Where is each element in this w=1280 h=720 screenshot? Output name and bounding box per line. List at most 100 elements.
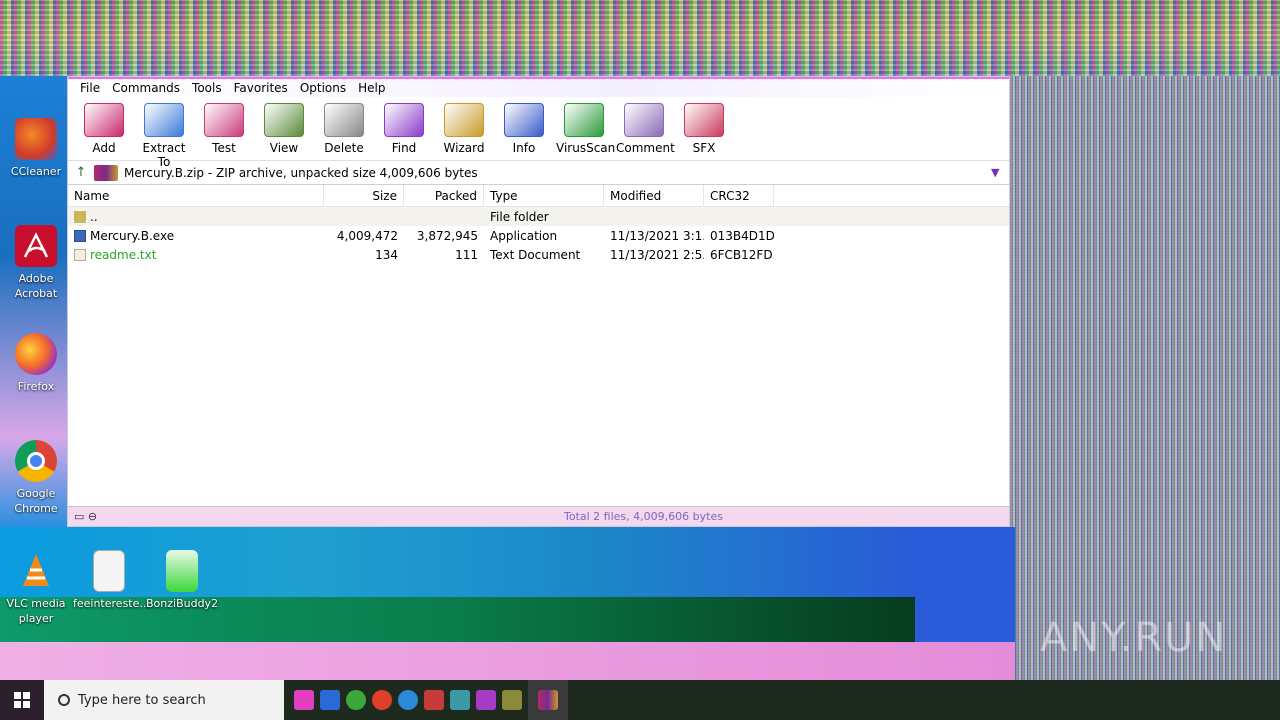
- desktop-icon-bonzi[interactable]: BonziBuddy2: [146, 550, 218, 611]
- file-list: .. File folder Mercury.B.exe 4,009,472 3…: [68, 207, 1009, 264]
- delete-icon: [324, 103, 364, 137]
- wizard-icon: [444, 103, 484, 137]
- up-arrow-icon[interactable]: ↑: [74, 165, 88, 180]
- row-name: ..: [90, 209, 98, 224]
- file-list-header: Name Size Packed Type Modified CRC32: [68, 185, 1009, 207]
- toolbar-label: VirusScan: [556, 141, 616, 155]
- row-size: 4,009,472: [336, 228, 398, 243]
- watermark: ANY.RUN: [1040, 615, 1228, 661]
- row-crc: 6FCB12FD: [710, 247, 773, 262]
- toolbar-delete-button[interactable]: Delete: [316, 103, 372, 155]
- desktop-icon-label: VLC media player: [6, 597, 66, 625]
- toolbar-comment-button[interactable]: Comment: [616, 103, 675, 155]
- row-type: Text Document: [490, 247, 581, 262]
- windows-logo-icon: [14, 692, 30, 708]
- virusscan-icon: [564, 103, 604, 137]
- row-size: 134: [375, 247, 398, 262]
- desktop-band-pink: [0, 642, 1015, 680]
- drive-icon[interactable]: ▭ ⊖: [68, 510, 128, 523]
- toolbar-add-button[interactable]: Add: [76, 103, 132, 155]
- glitch-region-right: [1010, 76, 1280, 680]
- desktop-icon-document[interactable]: feeintereste...: [73, 550, 150, 611]
- menu-tools[interactable]: Tools: [186, 81, 228, 95]
- search-box[interactable]: Type here to search: [44, 680, 284, 720]
- row-name: readme.txt: [90, 247, 157, 262]
- address-bar: ↑ Mercury.B.zip - ZIP archive, unpacked …: [68, 161, 1009, 185]
- add-icon: [84, 103, 124, 137]
- bonzi-icon: [166, 550, 198, 592]
- toolbar-label: SFX: [692, 141, 716, 155]
- menu-favorites[interactable]: Favorites: [228, 81, 294, 95]
- menu-options[interactable]: Options: [294, 81, 352, 95]
- menu-file[interactable]: File: [74, 81, 106, 95]
- winrar-taskbar-button[interactable]: [528, 680, 568, 720]
- taskbar-icons: [294, 680, 568, 720]
- view-icon: [264, 103, 304, 137]
- app-icon[interactable]: [476, 690, 496, 710]
- table-row[interactable]: Mercury.B.exe 4,009,472 3,872,945 Applic…: [68, 226, 1009, 245]
- task-view-icon[interactable]: [294, 690, 314, 710]
- row-packed: 111: [455, 247, 478, 262]
- chevron-down-icon[interactable]: ▼: [991, 166, 1009, 179]
- row-type: Application: [490, 228, 558, 243]
- firefox-taskbar-icon[interactable]: [372, 690, 392, 710]
- column-type[interactable]: Type: [484, 185, 604, 206]
- archive-icon: [94, 164, 118, 181]
- info-icon: [504, 103, 544, 137]
- column-name[interactable]: Name: [68, 185, 324, 206]
- desktop-icon-firefox[interactable]: Firefox: [0, 333, 72, 394]
- toolbar-label: Comment: [616, 141, 675, 155]
- toolbar-virusscan-button[interactable]: VirusScan: [556, 103, 616, 155]
- app-icon[interactable]: [424, 690, 444, 710]
- firefox-icon: [15, 333, 57, 375]
- toolbar-extract-to-button[interactable]: Extract To: [136, 103, 192, 169]
- desktop-icon-acrobat[interactable]: Adobe Acrobat: [0, 225, 72, 301]
- column-modified[interactable]: Modified: [604, 185, 704, 206]
- app-icon[interactable]: [502, 690, 522, 710]
- toolbar-label: Add: [92, 141, 116, 155]
- sfx-icon: [684, 103, 724, 137]
- extract-to-icon: [144, 103, 184, 137]
- column-packed[interactable]: Packed: [404, 185, 484, 206]
- menu-help[interactable]: Help: [352, 81, 391, 95]
- desktop-icon-label: CCleaner: [10, 165, 62, 178]
- comment-icon: [624, 103, 664, 137]
- test-icon: [204, 103, 244, 137]
- folder-icon: [74, 210, 86, 223]
- application-icon: [74, 229, 86, 242]
- column-size[interactable]: Size: [324, 185, 404, 206]
- find-icon: [384, 103, 424, 137]
- file-explorer-icon[interactable]: [320, 690, 340, 710]
- row-type: File folder: [490, 209, 549, 224]
- ie-icon[interactable]: [398, 690, 418, 710]
- winrar-icon: [538, 690, 558, 710]
- acrobat-icon: [15, 225, 57, 267]
- desktop-icon-vlc[interactable]: VLC media player: [0, 550, 72, 626]
- column-crc32[interactable]: CRC32: [704, 185, 774, 206]
- edge-icon[interactable]: [346, 690, 366, 710]
- toolbar-info-button[interactable]: Info: [496, 103, 552, 155]
- winrar-window: File Commands Tools Favorites Options He…: [67, 76, 1010, 527]
- acrobat-symbol: [23, 232, 49, 258]
- toolbar-find-button[interactable]: Find: [376, 103, 432, 155]
- start-button[interactable]: [0, 680, 44, 720]
- app-icon[interactable]: [450, 690, 470, 710]
- toolbar: Add Extract To Test View Delete Find Wizard Inf…: [68, 97, 1009, 169]
- chrome-icon: [15, 440, 57, 482]
- archive-path[interactable]: Mercury.B.zip - ZIP archive, unpacked si…: [124, 166, 985, 180]
- row-modified: 11/13/2021 2:5...: [610, 247, 704, 262]
- desktop-icon-chrome[interactable]: Google Chrome: [0, 440, 72, 516]
- toolbar-label: Delete: [324, 141, 364, 155]
- desktop-icon-ccleaner[interactable]: CCleaner: [0, 118, 72, 179]
- vlc-icon: [15, 550, 57, 592]
- table-row[interactable]: .. File folder: [68, 207, 1009, 226]
- toolbar-test-button[interactable]: Test: [196, 103, 252, 155]
- ccleaner-icon: [15, 118, 57, 160]
- toolbar-sfx-button[interactable]: SFX: [676, 103, 732, 155]
- toolbar-wizard-button[interactable]: Wizard: [436, 103, 492, 155]
- table-row[interactable]: readme.txt 134 111 Text Document 11/13/2…: [68, 245, 1009, 264]
- toolbar-view-button[interactable]: View: [256, 103, 312, 155]
- row-name: Mercury.B.exe: [90, 228, 175, 243]
- vlc-cone: [23, 554, 49, 586]
- menu-commands[interactable]: Commands: [106, 81, 186, 95]
